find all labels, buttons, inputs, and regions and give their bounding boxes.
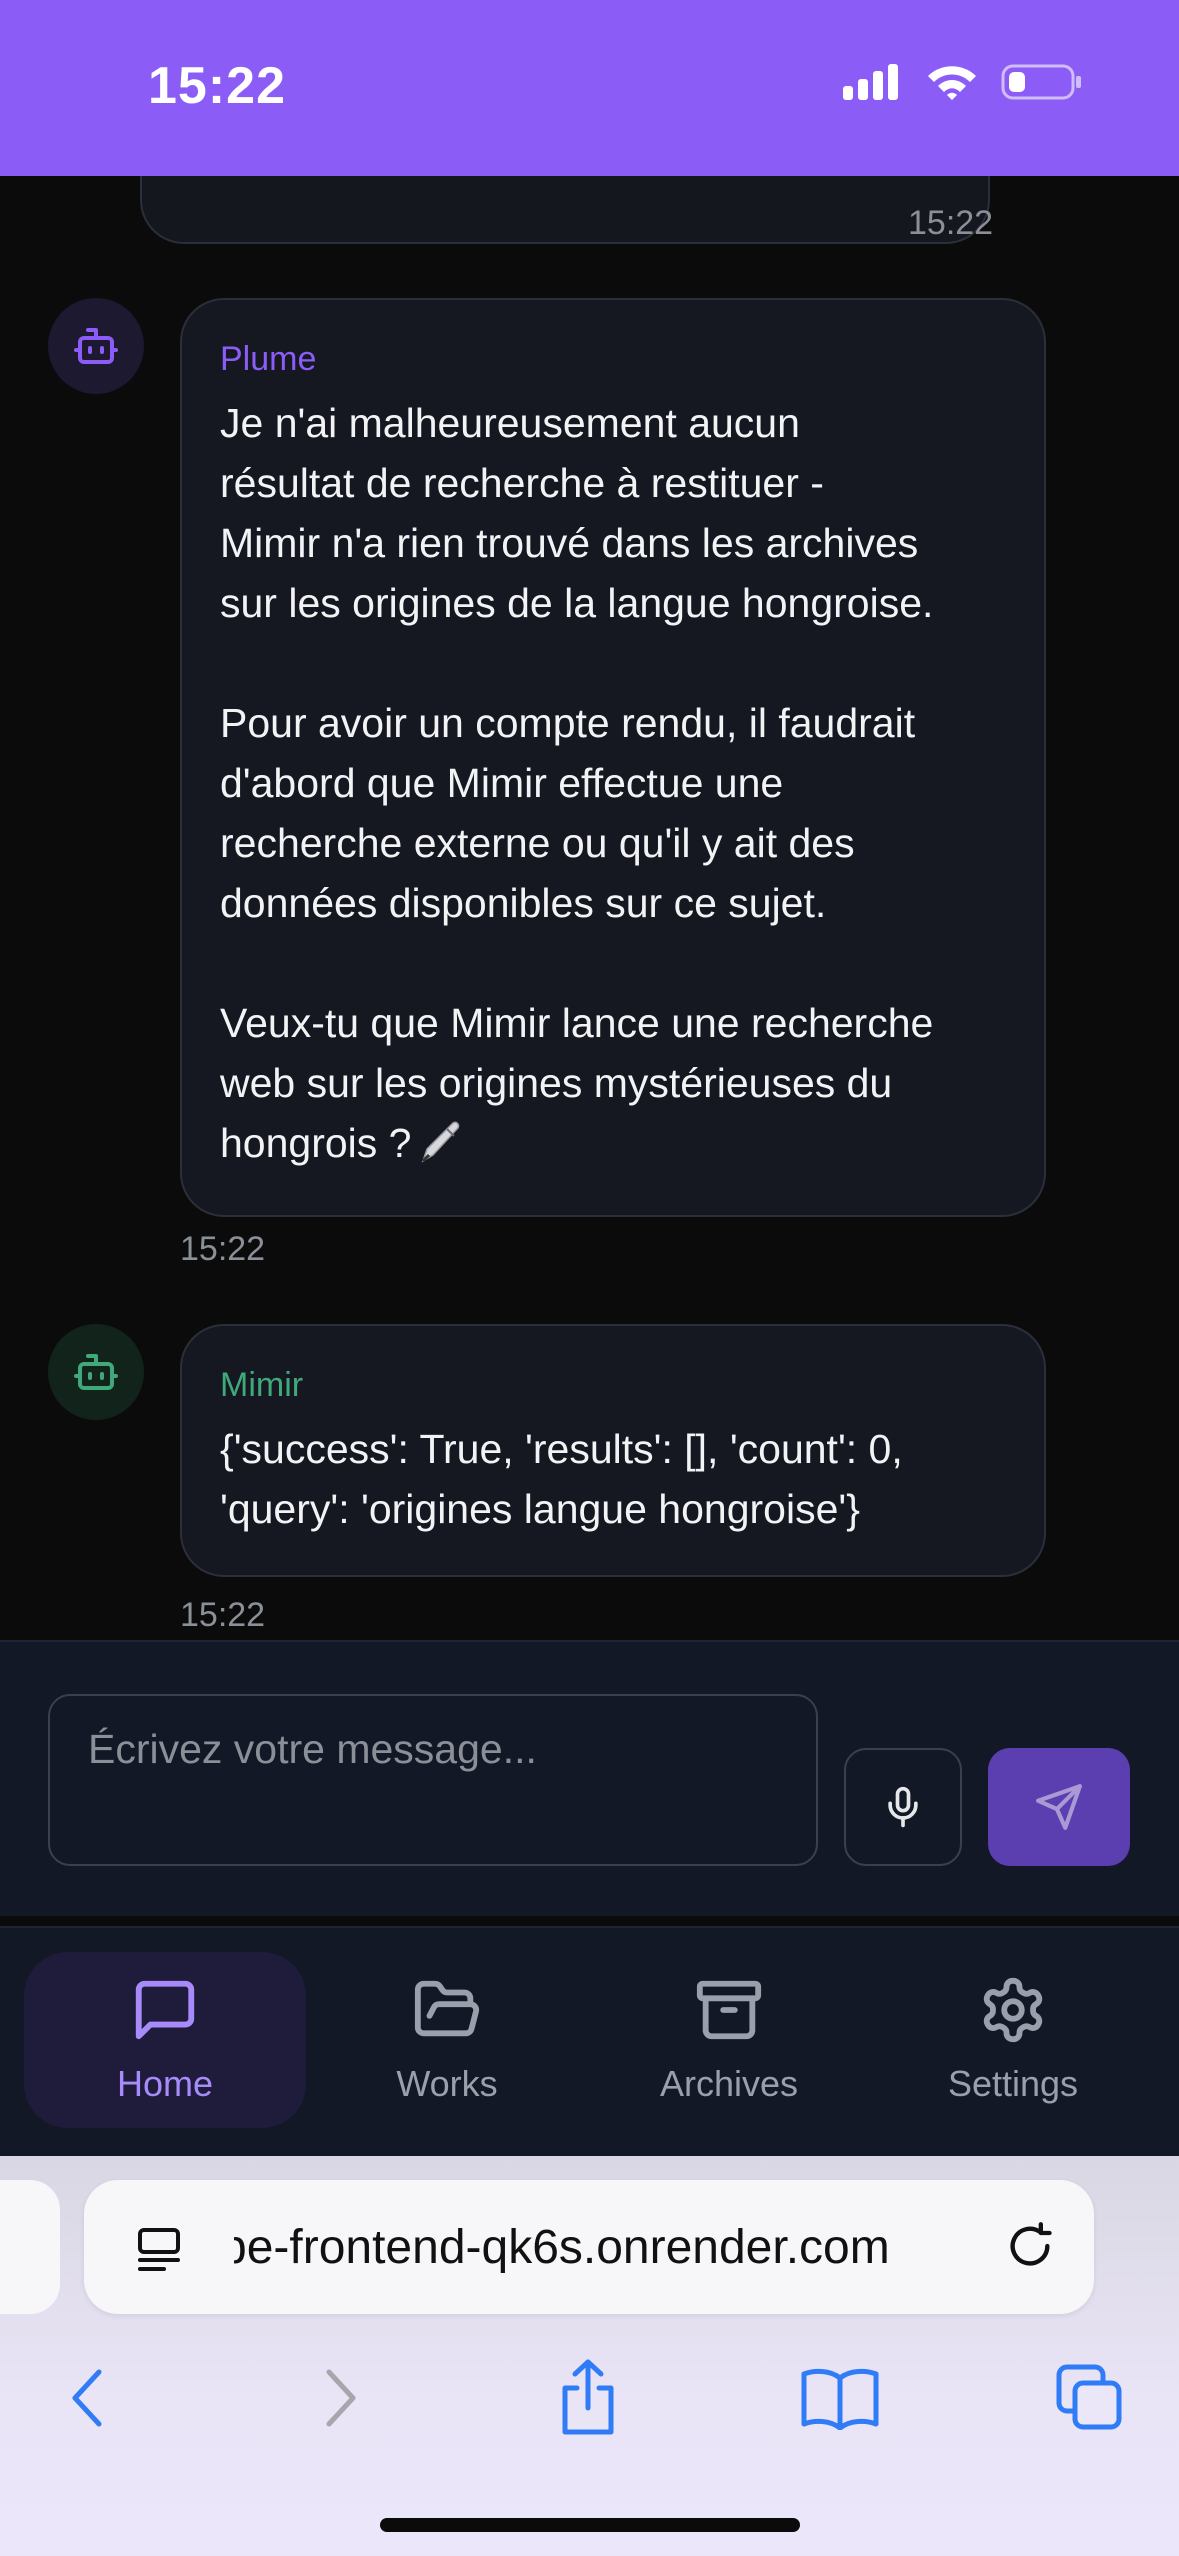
archive-box-icon (696, 1980, 762, 2040)
message-sender: Mimir (220, 1366, 304, 1404)
tabs-icon (1056, 2364, 1122, 2430)
plume-avatar (48, 298, 144, 394)
mimir-avatar (48, 1324, 144, 1420)
composer: Écrivez votre message... (0, 1640, 1179, 1916)
bot-icon (74, 328, 118, 364)
chat-bubble-icon (135, 1980, 195, 2040)
previous-message-bubble (140, 176, 990, 244)
microphone-icon (888, 1786, 918, 1828)
nav-item-archives[interactable]: Archives (588, 1952, 870, 2128)
nav-label: Works (396, 2063, 498, 2104)
gear-icon (983, 1977, 1043, 2043)
forward-button[interactable] (290, 2348, 390, 2448)
send-button[interactable] (988, 1748, 1130, 1866)
bottom-navigation-bar: Home Works Archives Settings (0, 1926, 1179, 2156)
chevron-right-icon (326, 2369, 356, 2427)
address-bar[interactable]: pe-frontend-qk6s.onrender.com (84, 2180, 1094, 2314)
nav-label: Home (116, 2063, 214, 2104)
page-menu-icon[interactable] (134, 2224, 184, 2274)
back-button[interactable] (38, 2348, 138, 2448)
message-paragraph: Veux-tu que Mimir lance une recherche we… (220, 1000, 934, 1166)
bottom-navigation: Home Works Archives Settings (0, 1916, 1179, 2156)
mimir-message-bubble: Mimir {'success': True, 'results': [], '… (180, 1324, 1046, 1577)
nav-item-settings[interactable]: Settings (872, 1952, 1154, 2128)
fountain-pen-icon (417, 1119, 463, 1181)
battery-icon (1001, 64, 1081, 100)
home-indicator[interactable] (380, 2518, 800, 2532)
status-time: 15:22 (148, 57, 286, 115)
message-paragraph: Je n'ai malheureusement aucun résultat d… (220, 400, 934, 626)
message-timestamp: 15:22 (908, 204, 994, 242)
reload-icon[interactable] (1004, 2220, 1056, 2272)
folder-open-icon (414, 1980, 480, 2037)
chat-thread[interactable]: 15:22 Plume Je n'ai malheureusement aucu… (0, 176, 1179, 1640)
url-value: pe-frontend-qk6s.onrender.com (234, 2221, 890, 2274)
message-paragraph-last: Veux-tu que Mimir lance une recherche we… (220, 993, 1006, 1181)
status-bar: 15:22 (0, 0, 1179, 176)
microphone-button[interactable] (844, 1748, 962, 1866)
bot-icon (74, 1354, 118, 1390)
message-input[interactable]: Écrivez votre message... (48, 1694, 818, 1866)
message-timestamp: 15:22 (180, 1230, 266, 1268)
previous-tab-peek[interactable] (0, 2180, 60, 2314)
browser-toolbar (0, 2348, 1179, 2448)
url-text: pe-frontend-qk6s.onrender.com (234, 2220, 1054, 2275)
wifi-icon (928, 66, 976, 100)
tabs-button[interactable] (1040, 2348, 1140, 2448)
status-icons (841, 62, 1083, 102)
chevron-left-icon (72, 2369, 102, 2427)
cellular-signal-icon (843, 64, 898, 100)
bookmarks-button[interactable] (790, 2348, 890, 2448)
message-paragraph: {'success': True, 'results': [], 'count'… (220, 1426, 903, 1532)
share-button[interactable] (538, 2348, 638, 2448)
browser-chrome: pe-frontend-qk6s.onrender.com (0, 2156, 1179, 2556)
plume-message-bubble: Plume Je n'ai malheureusement aucun résu… (180, 298, 1046, 1217)
message-sender: Plume (220, 340, 317, 378)
send-icon (1036, 1784, 1082, 1830)
nav-label: Archives (659, 2063, 799, 2104)
nav-label: Settings (947, 2063, 1079, 2104)
message-timestamp: 15:22 (180, 1596, 266, 1634)
nav-item-home[interactable]: Home (24, 1952, 306, 2128)
book-icon (801, 2368, 879, 2430)
share-icon (562, 2359, 614, 2435)
message-paragraph: Pour avoir un compte rendu, il faudrait … (220, 700, 916, 926)
nav-item-works[interactable]: Works (306, 1952, 588, 2128)
